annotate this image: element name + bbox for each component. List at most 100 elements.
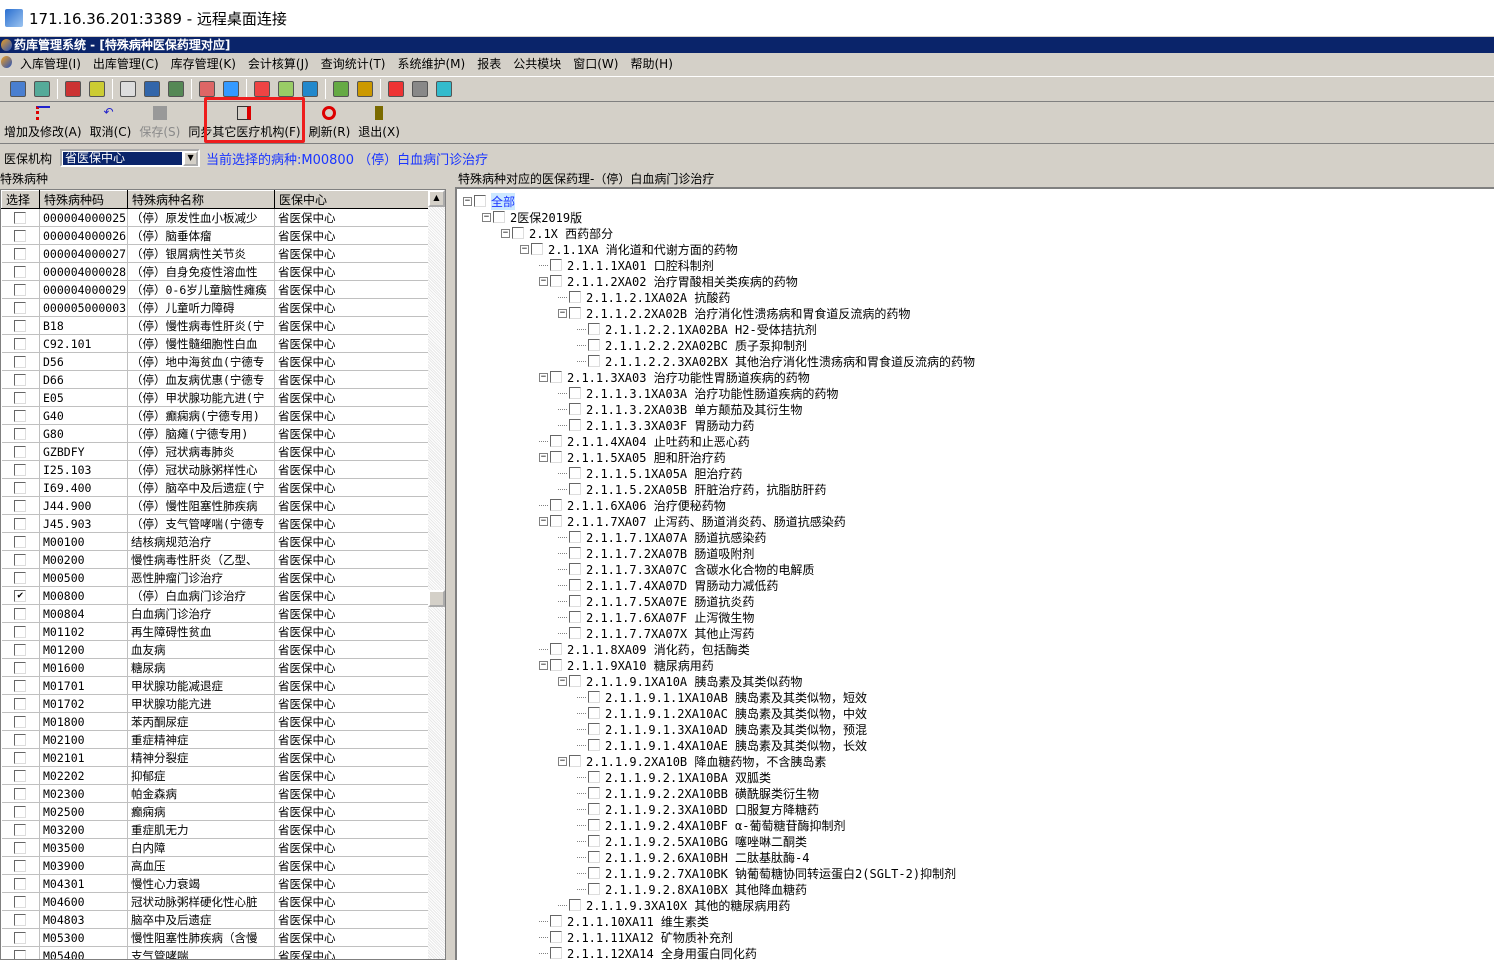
- tree-node[interactable]: 2.1.1.7.1XA07A 肠道抗感染药: [558, 529, 766, 545]
- row-checkbox[interactable]: [14, 842, 27, 854]
- tree-node[interactable]: 2.1.1.9.1.3XA10AD 胰岛素及其类似物，预混: [577, 721, 867, 737]
- chevron-down-icon[interactable]: ▼: [183, 150, 199, 166]
- menu-item[interactable]: 入库管理(I): [20, 55, 81, 72]
- tree-node[interactable]: 2.1.1.11XA12 矿物质补充剂: [539, 929, 733, 945]
- tree-checkbox[interactable]: [550, 275, 562, 287]
- select-cell[interactable]: [1, 478, 40, 497]
- row-checkbox[interactable]: [14, 626, 27, 638]
- scroll-up-icon[interactable]: ▲: [428, 190, 445, 207]
- table-row[interactable]: I25.103 （停）冠状动脉粥样性心 省医保中心: [1, 460, 431, 479]
- column-header[interactable]: 特殊病种名称: [127, 190, 275, 209]
- select-cell[interactable]: [1, 370, 40, 389]
- tree-checkbox[interactable]: [569, 611, 581, 623]
- add-edit-button[interactable]: 增加及修改(A): [0, 106, 86, 143]
- tree-checkbox[interactable]: [550, 659, 562, 671]
- menu-item[interactable]: 库存管理(K): [171, 55, 236, 72]
- export-icon[interactable]: [65, 81, 81, 97]
- table-row[interactable]: D66 （停）血友病优惠(宁德专 省医保中心: [1, 370, 431, 389]
- row-checkbox[interactable]: [14, 554, 27, 566]
- refresh-button[interactable]: 刷新(R): [305, 106, 355, 143]
- tree-node[interactable]: 2.1.1.2.2.2XA02BC 质子泵抑制剂: [577, 337, 807, 353]
- select-cell[interactable]: [1, 856, 40, 875]
- transfer-icon[interactable]: [333, 81, 349, 97]
- table-row[interactable]: M04301 慢性心力衰竭 省医保中心: [1, 874, 431, 893]
- tree-node[interactable]: 2.1.1.10XA11 维生素类: [539, 913, 709, 929]
- tree-node[interactable]: − 2.1X 西药部分: [501, 225, 613, 241]
- row-checkbox[interactable]: [14, 356, 27, 368]
- row-checkbox[interactable]: [14, 644, 27, 656]
- key-icon[interactable]: [357, 81, 373, 97]
- menu-item[interactable]: 出库管理(C): [93, 55, 159, 72]
- tree-node[interactable]: − 全部: [463, 192, 516, 210]
- tree-node[interactable]: 2.1.1.2.1XA02A 抗酸药: [558, 289, 730, 305]
- tree-checkbox[interactable]: [588, 883, 600, 895]
- tree-checkbox[interactable]: [588, 835, 600, 847]
- collapse-icon[interactable]: −: [539, 452, 548, 462]
- tree-checkbox[interactable]: [569, 579, 581, 591]
- row-checkbox[interactable]: [14, 410, 27, 422]
- table-row[interactable]: E05 （停）甲状腺功能亢进(宁 省医保中心: [1, 388, 431, 407]
- tree-checkbox[interactable]: [588, 819, 600, 831]
- approve-icon[interactable]: [89, 81, 105, 97]
- tree-checkbox[interactable]: [569, 595, 581, 607]
- tree-node[interactable]: 2.1.1.9.2.6XA10BH 二肽基肽酶-4: [577, 849, 810, 865]
- tree-checkbox[interactable]: [550, 499, 562, 511]
- table-row[interactable]: J44.900 （停）慢性阻塞性肺疾病 省医保中心: [1, 496, 431, 515]
- table-row[interactable]: C92.101 （停）慢性髓细胞性白血 省医保中心: [1, 334, 431, 353]
- tree-checkbox[interactable]: [569, 563, 581, 575]
- table-row[interactable]: M02202 抑郁症 省医保中心: [1, 766, 431, 785]
- row-checkbox[interactable]: [14, 302, 27, 314]
- table-row[interactable]: M04600 冠状动脉粥样硬化性心脏 省医保中心: [1, 892, 431, 911]
- org-select[interactable]: 省医保中心 ▼: [60, 149, 201, 167]
- tree-checkbox[interactable]: [550, 931, 562, 943]
- tree-checkbox[interactable]: [569, 531, 581, 543]
- table-row[interactable]: G40 （停）癫痫病(宁德专用) 省医保中心: [1, 406, 431, 425]
- select-cell[interactable]: [1, 712, 40, 731]
- select-cell[interactable]: [1, 874, 40, 893]
- tree-checkbox[interactable]: [569, 307, 581, 319]
- search-icon[interactable]: [302, 81, 318, 97]
- tree-node[interactable]: − 2.1.1.2.2XA02B 治疗消化性溃疡病和胃食道反流病的药物: [558, 305, 910, 321]
- row-checkbox[interactable]: [14, 932, 27, 944]
- select-cell[interactable]: [1, 208, 40, 227]
- row-checkbox[interactable]: [14, 680, 27, 692]
- tree-node[interactable]: 2.1.1.7.5XA07E 肠道抗炎药: [558, 593, 754, 609]
- collapse-icon[interactable]: −: [482, 212, 491, 222]
- select-cell[interactable]: [1, 406, 40, 425]
- table-row[interactable]: M01800 苯丙酮尿症 省医保中心: [1, 712, 431, 731]
- table-row[interactable]: M02100 重症精神症 省医保中心: [1, 730, 431, 749]
- select-cell[interactable]: [1, 550, 40, 569]
- tree-checkbox[interactable]: [550, 643, 562, 655]
- scroll-thumb[interactable]: [428, 590, 445, 607]
- row-checkbox[interactable]: [14, 212, 27, 224]
- select-cell[interactable]: [1, 280, 40, 299]
- table-row[interactable]: M05300 慢性阻塞性肺疾病（含慢 省医保中心: [1, 928, 431, 947]
- check-doc-icon[interactable]: [34, 81, 50, 97]
- collapse-icon[interactable]: −: [558, 756, 567, 766]
- tree-checkbox[interactable]: [569, 627, 581, 639]
- select-cell[interactable]: [1, 802, 40, 821]
- tree-checkbox[interactable]: [588, 803, 600, 815]
- tree-checkbox[interactable]: [569, 675, 581, 687]
- row-checkbox[interactable]: [14, 266, 27, 278]
- table-row[interactable]: M05400 支气管哮喘 省医保中心: [1, 946, 431, 959]
- column-header[interactable]: 医保中心: [274, 190, 431, 209]
- exit-button[interactable]: 退出(X): [354, 106, 404, 143]
- gray-icon[interactable]: [412, 81, 428, 97]
- tree-node[interactable]: − 2.1.1.9.2XA10B 降血糖药物，不含胰岛素: [558, 753, 826, 769]
- tree-node[interactable]: 2.1.1.5.2XA05B 肝脏治疗药，抗脂肪肝药: [558, 481, 826, 497]
- row-checkbox[interactable]: [14, 896, 27, 908]
- table-row[interactable]: M00804 白血病门诊治疗 省医保中心: [1, 604, 431, 623]
- collapse-icon[interactable]: −: [558, 308, 567, 318]
- tree-node[interactable]: − 2.1.1.9.1XA10A 胰岛素及其类似药物: [558, 673, 802, 689]
- tree-checkbox[interactable]: [550, 947, 562, 959]
- tree-checkbox[interactable]: [588, 723, 600, 735]
- tree-checkbox[interactable]: [550, 435, 562, 447]
- tree-node[interactable]: 2.1.1.3.2XA03B 单方颠茄及其衍生物: [558, 401, 802, 417]
- select-cell[interactable]: [1, 460, 40, 479]
- tree-checkbox[interactable]: [569, 899, 581, 911]
- table-row[interactable]: 000004000028 （停）自身免疫性溶血性 省医保中心: [1, 262, 431, 281]
- select-cell[interactable]: [1, 676, 40, 695]
- row-checkbox[interactable]: [14, 572, 27, 584]
- tree-node[interactable]: 2.1.1.9.2.5XA10BG 噻唑啉二酮类: [577, 833, 807, 849]
